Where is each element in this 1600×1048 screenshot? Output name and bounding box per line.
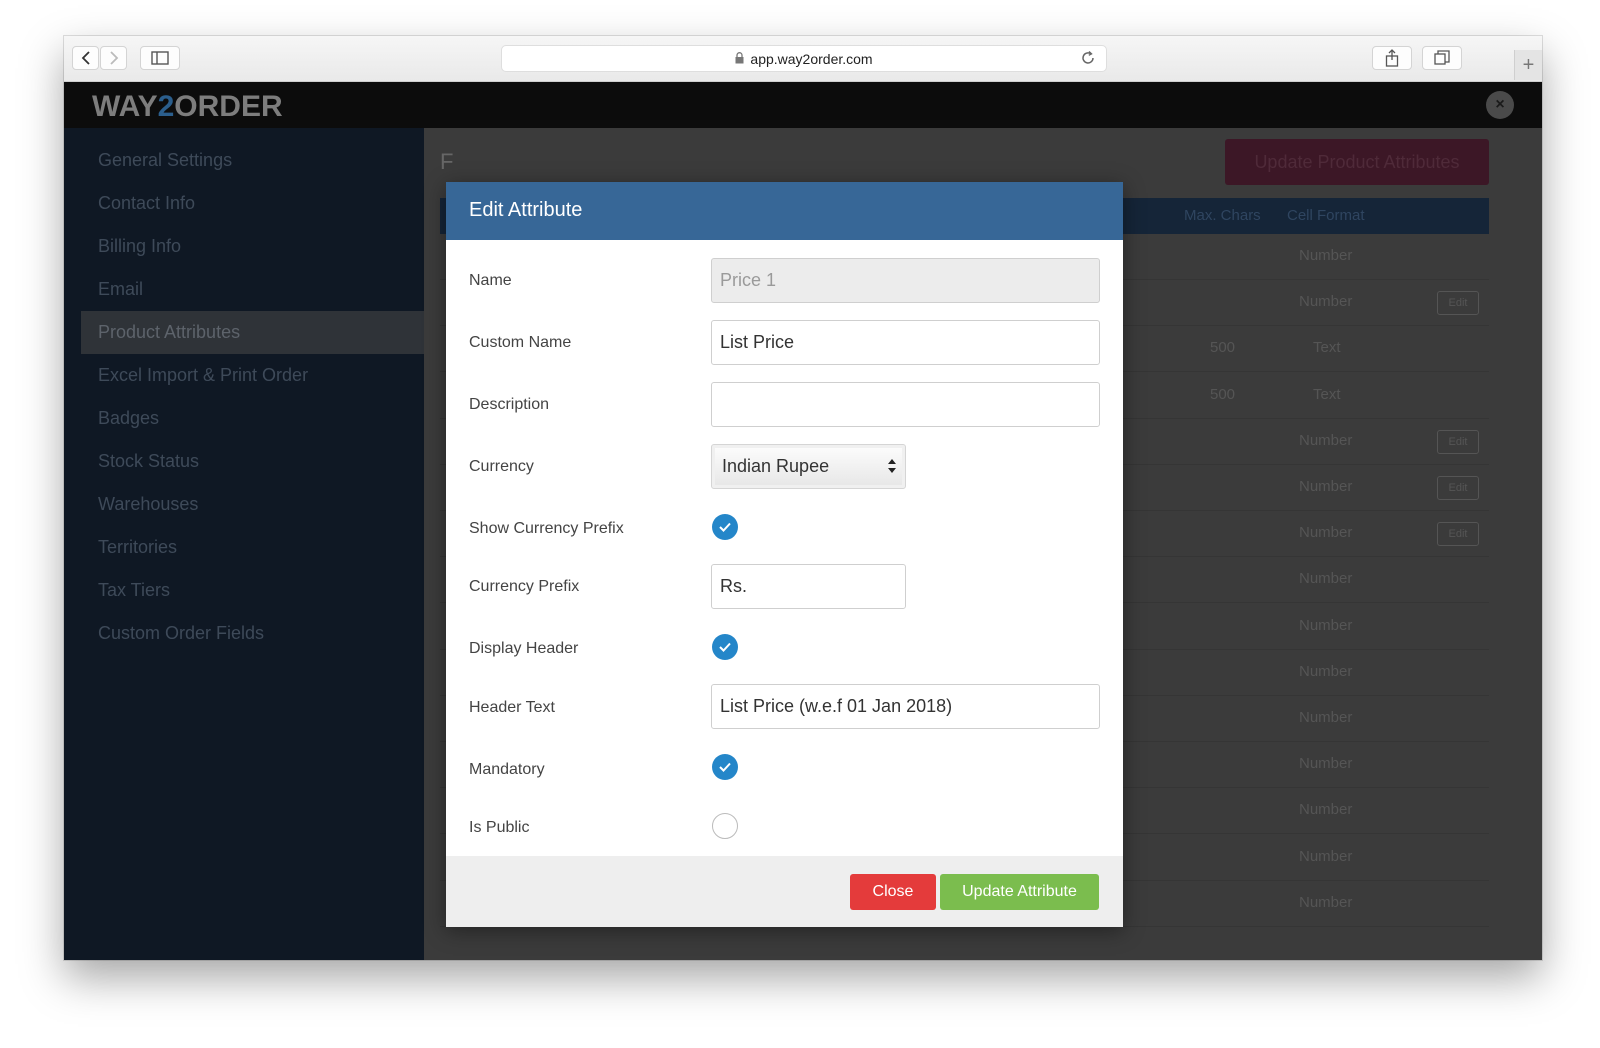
row-cell-format: Number	[1299, 431, 1353, 449]
checkmark-icon	[719, 762, 731, 772]
reload-icon[interactable]	[1080, 50, 1096, 69]
custom-name-input[interactable]: List Price	[711, 320, 1100, 365]
browser-toolbar: app.way2order.com +	[64, 36, 1542, 82]
row-edit-button[interactable]: Edit	[1437, 522, 1479, 547]
new-tab-icon[interactable]: +	[1514, 50, 1542, 80]
address-bar[interactable]: app.way2order.com	[501, 45, 1107, 72]
update-product-attributes-button[interactable]: Update Product Attributes	[1225, 139, 1489, 185]
sidebar-item-stock-status[interactable]: Stock Status	[81, 440, 424, 483]
close-button[interactable]: Close	[850, 874, 936, 910]
app-header: WAY2ORDER ×	[64, 82, 1542, 128]
display-header-label: Display Header	[469, 640, 579, 657]
custom-name-label: Custom Name	[469, 334, 572, 351]
currency-prefix-label: Currency Prefix	[469, 578, 580, 595]
currency-select[interactable]: Indian Rupee	[711, 444, 906, 489]
sidebar-item-custom-order-fields[interactable]: Custom Order Fields	[81, 612, 424, 655]
show-currency-prefix-checkbox[interactable]	[712, 514, 738, 540]
app-area: WAY2ORDER × General Settings Contact Inf…	[64, 82, 1542, 960]
show-currency-prefix-label: Show Currency Prefix	[469, 520, 624, 537]
select-arrows-icon	[887, 457, 897, 480]
sidebar-item-billing-info[interactable]: Billing Info	[81, 225, 424, 268]
logo: WAY2ORDER	[92, 90, 283, 123]
row-max-chars: 500	[1210, 385, 1236, 403]
display-header-checkbox[interactable]	[712, 634, 738, 660]
is-public-label: Is Public	[469, 819, 530, 836]
row-edit-button[interactable]: Edit	[1437, 429, 1479, 454]
checkmark-icon	[719, 642, 731, 652]
lock-icon	[735, 51, 744, 67]
row-edit-button[interactable]: Edit	[1437, 291, 1479, 316]
sidebar-item-general-settings[interactable]: General Settings	[81, 139, 424, 182]
row-cell-format: Number	[1299, 893, 1353, 911]
header-text-label: Header Text	[469, 699, 555, 716]
sidebar-toggle-icon[interactable]	[140, 46, 180, 70]
url-text: app.way2order.com	[750, 50, 873, 67]
row-cell-format: Number	[1299, 662, 1353, 680]
sidebar-item-contact-info[interactable]: Contact Info	[81, 182, 424, 225]
row-cell-format: Number	[1299, 524, 1353, 542]
mandatory-checkbox[interactable]	[712, 754, 738, 780]
sidebar-item-excel-import[interactable]: Excel Import & Print Order	[81, 354, 424, 397]
app-close-icon[interactable]: ×	[1486, 91, 1514, 119]
row-edit-button[interactable]: Edit	[1437, 476, 1479, 500]
row-cell-format: Number	[1299, 801, 1353, 819]
tabs-overview-icon[interactable]	[1422, 46, 1462, 70]
sidebar-item-warehouses[interactable]: Warehouses	[81, 483, 424, 526]
header-max-chars: Max. Chars	[1184, 207, 1261, 224]
page-title-fragment: F	[440, 149, 454, 174]
is-public-checkbox[interactable]	[712, 813, 738, 839]
sidebar-item-badges[interactable]: Badges	[81, 397, 424, 440]
checkmark-icon	[719, 522, 731, 532]
header-cell-format: Cell Format	[1287, 207, 1365, 224]
modal-title: Edit Attribute	[469, 199, 583, 221]
share-icon[interactable]	[1372, 46, 1412, 70]
sidebar-item-email[interactable]: Email	[81, 268, 424, 311]
row-cell-format: Number	[1299, 709, 1353, 726]
header-text-input[interactable]: List Price (w.e.f 01 Jan 2018)	[711, 684, 1100, 729]
row-cell-format: Text	[1313, 385, 1341, 403]
row-cell-format: Number	[1299, 478, 1353, 495]
browser-window: app.way2order.com + WAY2ORDER × General …	[64, 36, 1542, 960]
update-attribute-button[interactable]: Update Attribute	[940, 874, 1099, 910]
forward-icon[interactable]	[100, 46, 127, 70]
row-cell-format: Number	[1299, 616, 1353, 634]
sidebar-item-territories[interactable]: Territories	[81, 526, 424, 569]
row-cell-format: Number	[1299, 755, 1353, 773]
name-input: Price 1	[711, 258, 1100, 303]
sidebar-item-tax-tiers[interactable]: Tax Tiers	[81, 569, 424, 612]
row-max-chars: 500	[1210, 339, 1236, 357]
sidebar-item-product-attributes[interactable]: Product Attributes	[81, 311, 424, 354]
description-label: Description	[469, 396, 550, 413]
row-cell-format: Number	[1299, 247, 1353, 264]
row-cell-format: Text	[1313, 339, 1341, 357]
row-cell-format: Number	[1299, 847, 1353, 865]
edit-attribute-modal: Edit Attribute Name Price 1 Custom Name …	[446, 182, 1123, 927]
currency-label: Currency	[469, 458, 534, 475]
back-icon[interactable]	[72, 46, 99, 70]
name-label: Name	[469, 272, 512, 289]
currency-selected-value: Indian Rupee	[722, 456, 830, 476]
description-input[interactable]	[711, 382, 1100, 427]
modal-header: Edit Attribute	[446, 182, 1123, 240]
row-cell-format: Number	[1299, 293, 1353, 311]
currency-prefix-input[interactable]: Rs.	[711, 564, 906, 609]
row-cell-format: Number	[1299, 570, 1353, 588]
modal-footer: Close Update Attribute	[446, 856, 1123, 927]
sidebar: General Settings Contact Info Billing In…	[64, 128, 424, 960]
mandatory-label: Mandatory	[469, 761, 545, 778]
